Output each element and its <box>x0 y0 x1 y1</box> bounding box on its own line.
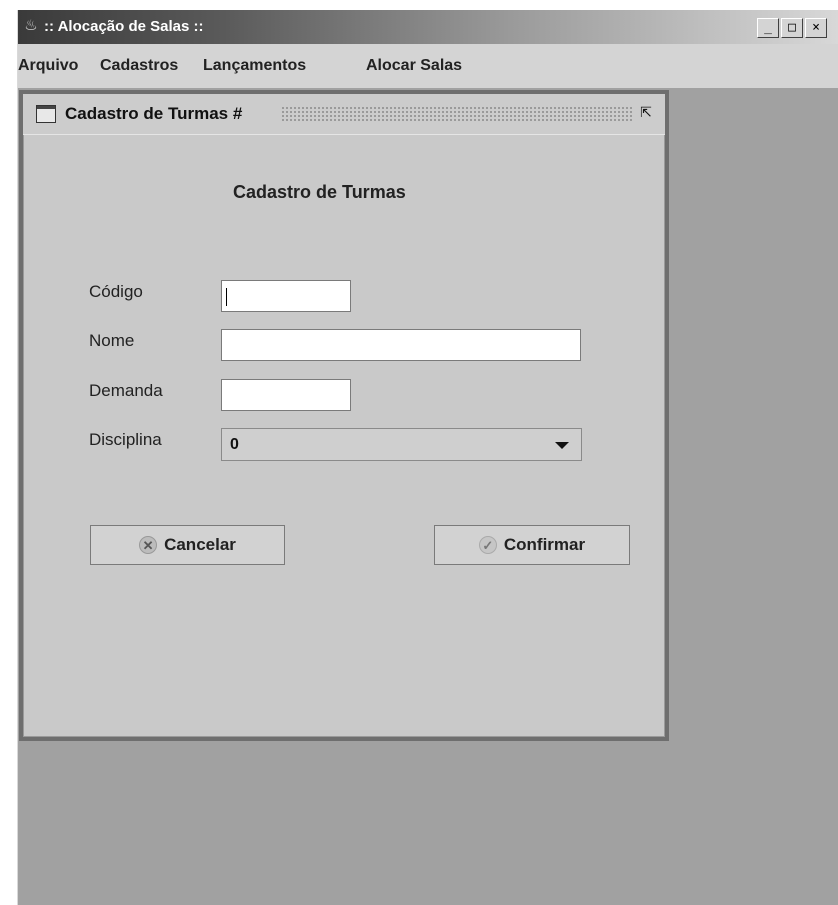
codigo-input[interactable] <box>221 280 351 312</box>
form-panel: Cadastro de Turmas Código Nome Demanda D… <box>23 135 665 737</box>
disciplina-label: Disciplina <box>89 430 162 449</box>
menu-cadastros[interactable]: Cadastros <box>100 57 178 75</box>
window-controls: _ □ × <box>757 18 827 38</box>
disciplina-selected-value: 0 <box>230 436 239 453</box>
cancel-button-label: Cancelar <box>164 535 236 554</box>
maximize-button[interactable]: □ <box>781 18 803 38</box>
chevron-down-icon[interactable] <box>555 442 569 449</box>
codigo-label: Código <box>89 282 143 301</box>
title-bar[interactable]: ♨ :: Alocação de Salas :: _ □ × <box>18 10 838 44</box>
confirm-button[interactable]: ✓ Confirmar <box>434 525 630 565</box>
nome-label: Nome <box>89 331 135 350</box>
text-caret <box>226 288 227 306</box>
restore-icon[interactable]: ⇱ <box>637 104 655 122</box>
cancel-button[interactable]: ✕ Cancelar <box>90 525 285 565</box>
menu-arquivo[interactable]: Arquivo <box>18 57 78 75</box>
frame-title-bar[interactable]: Cadastro de Turmas # ⇱ <box>23 94 665 135</box>
close-button[interactable]: × <box>805 18 827 38</box>
java-cup-icon: ♨ <box>24 16 38 34</box>
demanda-label: Demanda <box>89 381 163 400</box>
confirm-button-label: Confirmar <box>503 535 586 554</box>
desktop-pane: Cadastro de Turmas # ⇱ Cadastro de Turma… <box>18 88 838 905</box>
menu-bar: Arquivo Cadastros Lançamentos Alocar Sal… <box>18 44 838 89</box>
check-icon: ✓ <box>478 536 497 554</box>
menu-alocar-salas[interactable]: Alocar Salas <box>366 57 462 75</box>
cadastro-turmas-frame: Cadastro de Turmas # ⇱ Cadastro de Turma… <box>19 90 669 741</box>
title-bar-grip <box>281 106 633 122</box>
cancel-icon: ✕ <box>139 536 158 554</box>
minimize-button[interactable]: _ <box>757 18 779 38</box>
demanda-input[interactable] <box>221 379 351 411</box>
menu-lancamentos[interactable]: Lançamentos <box>203 57 306 75</box>
window-title: :: Alocação de Salas :: <box>44 18 204 35</box>
app-window: ♨ :: Alocação de Salas :: _ □ × Arquivo … <box>17 10 838 905</box>
nome-input[interactable] <box>221 329 581 361</box>
disciplina-select[interactable]: 0 <box>221 428 582 461</box>
window-icon <box>36 105 56 123</box>
frame-title: Cadastro de Turmas # <box>65 104 243 123</box>
form-heading: Cadastro de Turmas <box>233 182 406 202</box>
